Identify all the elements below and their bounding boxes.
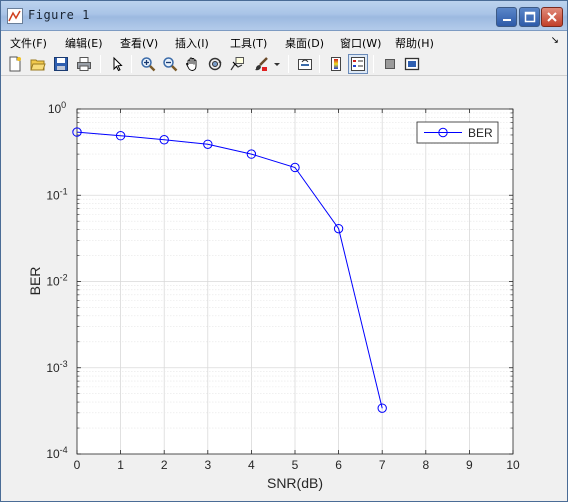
- x-tick-label: 0: [74, 458, 81, 472]
- open-file-button[interactable]: [28, 54, 48, 74]
- brush-button[interactable]: [251, 54, 271, 74]
- data-cursor-icon: [230, 57, 244, 71]
- figure-window: Figure 1 文件(F) 编辑(E) 查看(V) 插入(I) 工具(T) 桌…: [0, 0, 568, 502]
- menu-desktop[interactable]: 桌面(D): [285, 35, 324, 51]
- legend-label: BER: [468, 126, 493, 140]
- menu-bar: 文件(F) 编辑(E) 查看(V) 插入(I) 工具(T) 桌面(D) 窗口(W…: [1, 32, 567, 52]
- new-figure-icon: [9, 56, 21, 72]
- brush-icon: [255, 57, 268, 71]
- save-button[interactable]: [51, 54, 71, 74]
- new-figure-button[interactable]: [5, 54, 25, 74]
- y-tick-label: 10-4: [46, 445, 67, 461]
- zoom-out-button[interactable]: [160, 54, 180, 74]
- menu-help[interactable]: 帮助(H): [395, 35, 434, 51]
- menu-overflow-arrow[interactable]: ↘: [551, 35, 559, 46]
- close-icon: [547, 12, 557, 22]
- show-plot-tools-icon: [404, 57, 420, 71]
- colorbar-button[interactable]: [326, 54, 346, 74]
- grid: [77, 109, 513, 454]
- menu-file[interactable]: 文件(F): [10, 35, 47, 51]
- minimize-icon: [502, 19, 511, 21]
- matlab-figure-icon: [7, 8, 23, 24]
- x-tick-label: 10: [506, 458, 520, 472]
- y-tick-labels: 100 10-1 10-2 10-3 10-4: [46, 100, 67, 461]
- rotate-3d-icon: [208, 57, 222, 71]
- x-tick-label: 1: [117, 458, 124, 472]
- y-tick-label: 10-1: [46, 186, 67, 202]
- x-tick-label: 9: [466, 458, 473, 472]
- colorbar-icon: [331, 57, 341, 71]
- show-plot-tools-button[interactable]: [402, 54, 422, 74]
- x-tick-label: 7: [379, 458, 386, 472]
- menu-tools[interactable]: 工具(T): [230, 35, 267, 51]
- pan-button[interactable]: [182, 54, 202, 74]
- link-plot-button[interactable]: [295, 54, 315, 74]
- save-icon: [54, 57, 68, 71]
- x-tick-label: 6: [335, 458, 342, 472]
- legend-button[interactable]: [348, 54, 368, 74]
- figure-toolbar: [1, 52, 567, 76]
- toolbar-separator: [373, 55, 374, 73]
- menu-insert[interactable]: 插入(I): [175, 35, 209, 51]
- rotate-3d-button[interactable]: [205, 54, 225, 74]
- pan-icon: [186, 57, 197, 71]
- data-cursor-button[interactable]: [227, 54, 247, 74]
- maximize-button[interactable]: [519, 7, 540, 27]
- legend[interactable]: BER: [416, 121, 499, 144]
- x-axis-label: SNR(dB): [267, 475, 323, 491]
- close-button[interactable]: [541, 7, 563, 27]
- zoom-out-icon: [163, 57, 178, 72]
- x-tick-label: 8: [422, 458, 429, 472]
- y-tick-label: 100: [48, 100, 66, 116]
- print-button[interactable]: [74, 54, 94, 74]
- ber-plot[interactable]: 0 1 2 3 4 5 6 7 8 9 10 100 10-1 10-2 10-3 10-4 SNR(dB)…: [4, 78, 564, 500]
- x-tick-label: 2: [161, 458, 168, 472]
- pointer-icon: [113, 56, 123, 72]
- toolbar-separator: [131, 55, 132, 73]
- legend-icon: [351, 57, 365, 71]
- maximize-icon: [524, 11, 535, 23]
- menu-view[interactable]: 查看(V): [120, 35, 158, 51]
- hide-plot-tools-button[interactable]: [380, 54, 400, 74]
- chevron-down-icon: [274, 63, 280, 66]
- menu-edit[interactable]: 编辑(E): [65, 35, 103, 51]
- link-plot-icon: [298, 59, 312, 70]
- brush-dropdown[interactable]: [271, 54, 283, 74]
- toolbar-separator: [319, 55, 320, 73]
- x-tick-label: 5: [292, 458, 299, 472]
- x-tick-labels: 0 1 2 3 4 5 6 7 8 9 10: [74, 458, 520, 472]
- toolbar-separator: [100, 55, 101, 73]
- figure-canvas[interactable]: 0 1 2 3 4 5 6 7 8 9 10 100 10-1 10-2 10-3 10-4 SNR(dB)…: [4, 78, 564, 500]
- minimize-button[interactable]: [496, 7, 517, 27]
- y-tick-label: 10-3: [46, 359, 67, 375]
- y-axis-label: BER: [27, 267, 43, 296]
- x-tick-label: 3: [204, 458, 211, 472]
- x-tick-label: 4: [248, 458, 255, 472]
- menu-window[interactable]: 窗口(W): [340, 35, 381, 51]
- zoom-in-button[interactable]: [138, 54, 158, 74]
- open-file-icon: [30, 59, 46, 71]
- print-icon: [77, 57, 91, 71]
- title-bar[interactable]: Figure 1: [1, 1, 567, 31]
- window-title: Figure 1: [28, 8, 90, 22]
- y-tick-label: 10-2: [46, 273, 67, 289]
- toolbar-separator: [288, 55, 289, 73]
- pointer-button[interactable]: [107, 54, 127, 74]
- zoom-in-icon: [141, 57, 156, 72]
- hide-plot-tools-icon: [385, 59, 395, 69]
